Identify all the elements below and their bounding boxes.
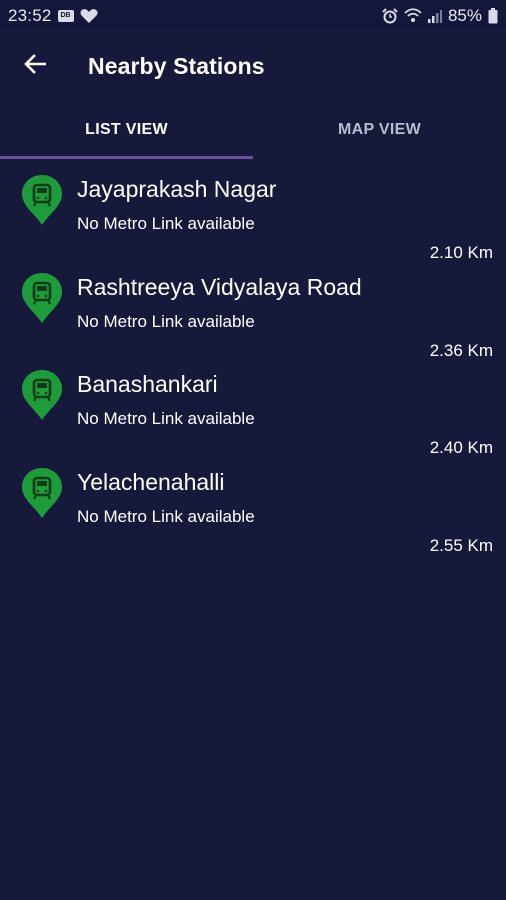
station-list-item[interactable]: Yelachenahalli No Metro Link available 2… <box>0 455 506 555</box>
station-link-status: No Metro Link available <box>77 506 255 526</box>
station-link-status: No Metro Link available <box>77 409 255 428</box>
tab-list-view[interactable]: LIST VIEW <box>0 101 253 159</box>
notification-app-icon: DB <box>57 9 74 22</box>
station-name: Banashankari <box>77 371 218 397</box>
arrow-left-icon <box>24 53 47 79</box>
status-left: 23:52 DB <box>8 6 98 26</box>
wifi-icon <box>404 8 422 23</box>
station-link-status: No Metro Link available <box>77 214 255 233</box>
heart-icon <box>80 8 98 24</box>
station-list-item[interactable]: Jayaprakash Nagar No Metro Link availabl… <box>0 162 506 262</box>
metro-pin-icon <box>21 369 63 421</box>
alarm-icon <box>382 7 398 24</box>
active-tab-indicator <box>0 156 253 159</box>
view-tabs: LIST VIEW MAP VIEW <box>0 101 506 159</box>
station-link-status: No Metro Link available <box>77 311 255 331</box>
station-list: Jayaprakash Nagar No Metro Link availabl… <box>0 162 506 555</box>
battery-icon <box>488 7 498 24</box>
metro-pin-icon <box>21 174 63 226</box>
station-name: Yelachenahalli <box>77 468 225 495</box>
page-title: Nearby Stations <box>88 52 265 79</box>
status-bar: 23:52 DB 85% <box>0 0 506 31</box>
app-bar: Nearby Stations <box>0 31 506 101</box>
station-distance: 2.55 Km <box>429 535 493 555</box>
back-button[interactable] <box>20 51 50 81</box>
battery-percentage: 85% <box>447 5 482 25</box>
tab-map-view[interactable]: MAP VIEW <box>253 101 506 159</box>
metro-pin-icon <box>21 272 63 324</box>
metro-pin-icon <box>21 467 63 519</box>
station-list-item[interactable]: Rashtreeya Vidyalaya Road No Metro Link … <box>0 260 506 360</box>
status-right: 85% <box>382 6 498 26</box>
station-name: Jayaprakash Nagar <box>77 176 277 202</box>
station-list-item[interactable]: Banashankari No Metro Link available 2.4… <box>0 357 506 457</box>
signal-icon <box>427 9 442 23</box>
status-time: 23:52 <box>8 5 52 25</box>
station-name: Rashtreeya Vidyalaya Road <box>77 273 362 300</box>
